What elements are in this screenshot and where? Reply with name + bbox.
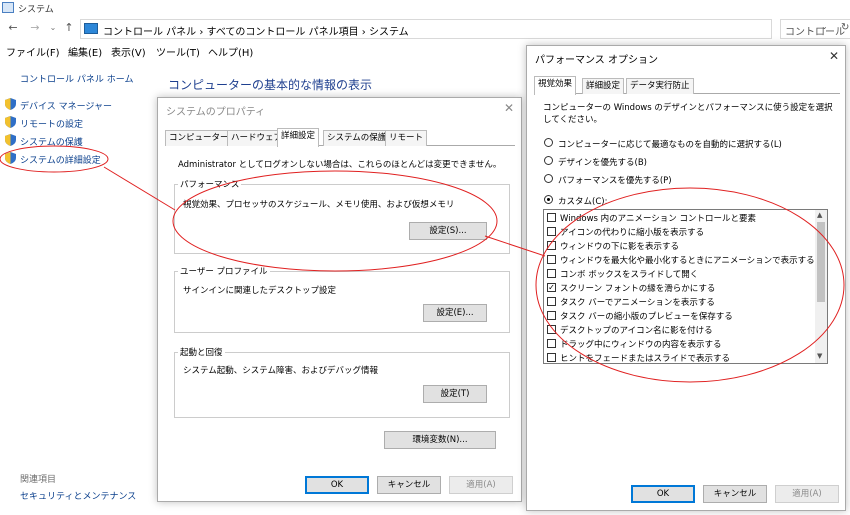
- back-arrow-icon[interactable]: ←: [6, 21, 20, 35]
- menu-file[interactable]: ファイル(F): [6, 44, 60, 59]
- recent-chevron-icon[interactable]: ⌄: [46, 21, 60, 35]
- startup-recovery-group-label: 起動と回復: [178, 346, 225, 358]
- advanced-system-settings-link[interactable]: システムの詳細設定: [20, 153, 101, 166]
- breadcrumb[interactable]: コントロール パネル › すべてのコントロール パネル項目 › システム: [103, 23, 409, 38]
- ok-button[interactable]: OK: [305, 476, 369, 494]
- tab-advanced[interactable]: 詳細設定: [582, 78, 625, 94]
- checkbox[interactable]: [547, 241, 556, 250]
- cancel-button[interactable]: キャンセル: [703, 485, 767, 503]
- radio-best-performance[interactable]: [544, 174, 553, 183]
- window-title: システム: [18, 5, 54, 15]
- radio-auto-select[interactable]: [544, 138, 553, 147]
- close-icon[interactable]: ✕: [829, 49, 839, 63]
- checkbox[interactable]: [547, 255, 556, 264]
- checkbox[interactable]: [547, 227, 556, 236]
- checkbox[interactable]: [547, 353, 556, 362]
- system-properties-title: システムのプロパティ: [166, 107, 266, 118]
- checkbox[interactable]: [547, 213, 556, 222]
- device-manager-link[interactable]: デバイス マネージャー: [20, 99, 112, 112]
- radio-auto-select-label: コンピューターに応じて最適なものを自動的に選択する(L): [558, 140, 782, 150]
- list-scrollbar[interactable]: ▲ ▼: [815, 210, 827, 363]
- performance-group: [174, 184, 510, 254]
- user-profile-description: サインインに関連したデスクトップ設定: [183, 286, 337, 296]
- tab-dep[interactable]: データ実行防止: [626, 78, 694, 94]
- address-toolbar: ← → ⌄ ↑ コントロール パネル › すべてのコントロール パネル項目 › …: [0, 17, 850, 40]
- search-input[interactable]: コントロール: [780, 19, 850, 39]
- checkbox-checked[interactable]: ✓: [547, 283, 556, 292]
- page-title: コンピューターの基本的な情報の表示: [168, 78, 373, 92]
- apply-button[interactable]: 適用(A): [449, 476, 513, 494]
- related-items-title: 関連項目: [20, 475, 57, 485]
- perfopts-tabs: 視覚効果 詳細設定 データ実行防止: [534, 76, 840, 95]
- cancel-button[interactable]: キャンセル: [377, 476, 441, 494]
- window-titlebar: システム: [0, 0, 850, 16]
- performance-options-title: パフォーマンス オプション: [535, 55, 658, 66]
- shield-icon: [5, 134, 16, 146]
- menu-help[interactable]: ヘルプ(H): [208, 44, 253, 59]
- checkbox[interactable]: [547, 325, 556, 334]
- checkbox[interactable]: [547, 311, 556, 320]
- tab-system-protection[interactable]: システムの保護: [323, 130, 391, 146]
- startup-recovery-settings-button[interactable]: 設定(T): [423, 385, 487, 403]
- radio-custom-label: カスタム(C):: [558, 197, 608, 207]
- radio-best-performance-label: パフォーマンスを優先する(P): [558, 176, 672, 186]
- radio-best-appearance-label: デザインを優先する(B): [558, 158, 647, 168]
- performance-options-dialog: パフォーマンス オプション ✕ 視覚効果 詳細設定 データ実行防止 コンピュータ…: [526, 45, 846, 511]
- close-icon[interactable]: ✕: [504, 101, 514, 115]
- radio-best-appearance[interactable]: [544, 156, 553, 165]
- up-arrow-icon[interactable]: ↑: [62, 21, 76, 35]
- performance-group-label: パフォーマンス: [178, 178, 242, 190]
- visual-effects-list[interactable]: Windows 内のアニメーション コントロールと要素 アイコンの代わりに縮小版…: [543, 209, 828, 364]
- shield-icon: [5, 98, 16, 110]
- ok-button[interactable]: OK: [631, 485, 695, 503]
- user-profile-group: [174, 271, 510, 333]
- checkbox[interactable]: [547, 297, 556, 306]
- menu-tools[interactable]: ツール(T): [156, 44, 200, 59]
- control-panel-icon: [84, 23, 98, 34]
- apply-button[interactable]: 適用(A): [775, 485, 839, 503]
- scroll-up-icon[interactable]: ▲: [817, 211, 822, 219]
- forward-arrow-icon[interactable]: →: [28, 21, 42, 35]
- system-properties-dialog: システムのプロパティ ✕ コンピューター名 ハードウェア 詳細設定 システムの保…: [157, 97, 522, 502]
- user-profile-settings-button[interactable]: 設定(E)...: [423, 304, 487, 322]
- remote-settings-link[interactable]: リモートの設定: [20, 117, 83, 130]
- scroll-thumb[interactable]: [817, 222, 825, 302]
- sysprops-tabs: コンピューター名 ハードウェア 詳細設定 システムの保護 リモート: [165, 128, 515, 147]
- system-window-icon: [2, 2, 14, 13]
- checkbox[interactable]: [547, 339, 556, 348]
- system-protection-link[interactable]: システムの保護: [20, 135, 83, 148]
- environment-variables-button[interactable]: 環境変数(N)...: [384, 431, 496, 449]
- control-panel-home-link[interactable]: コントロール パネル ホーム: [20, 72, 133, 85]
- tab-visual-effects[interactable]: 視覚効果: [534, 76, 577, 95]
- admin-note: Administrator としてログオンしない場合は、これらのほとんどは変更で…: [178, 160, 502, 170]
- user-profile-group-label: ユーザー プロファイル: [178, 265, 270, 277]
- performance-description: 視覚効果、プロセッサのスケジュール、メモリ使用、および仮想メモリ: [183, 200, 455, 210]
- address-bar[interactable]: コントロール パネル › すべてのコントロール パネル項目 › システム ⌄ ↻: [80, 19, 849, 39]
- security-maintenance-link[interactable]: セキュリティとメンテナンス: [20, 489, 136, 502]
- checkbox[interactable]: [547, 269, 556, 278]
- perfopts-description: コンピューターの Windows のデザインとパフォーマンスに使う設定を選択して…: [543, 103, 833, 125]
- tab-advanced[interactable]: 詳細設定: [277, 128, 320, 147]
- search-placeholder: コントロール: [785, 27, 845, 38]
- shield-icon: [5, 152, 16, 164]
- menu-view[interactable]: 表示(V): [111, 44, 146, 59]
- shield-icon: [5, 116, 16, 128]
- tab-remote[interactable]: リモート: [385, 130, 428, 146]
- scroll-down-icon[interactable]: ▼: [817, 352, 822, 360]
- menu-edit[interactable]: 編集(E): [68, 44, 102, 59]
- performance-settings-button[interactable]: 設定(S)...: [409, 222, 487, 240]
- startup-recovery-description: システム起動、システム障害、およびデバッグ情報: [183, 366, 378, 376]
- radio-custom[interactable]: [544, 195, 553, 204]
